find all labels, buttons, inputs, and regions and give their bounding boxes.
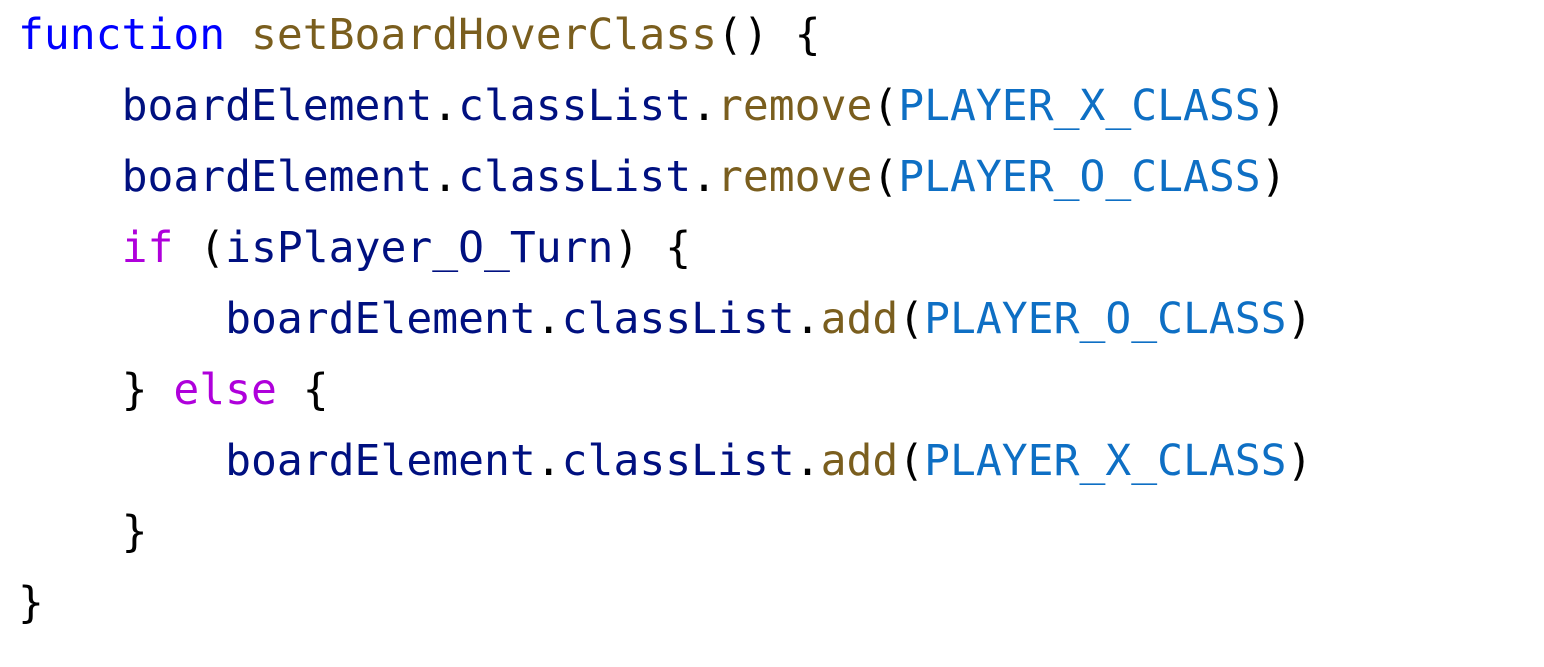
code-token-punct: { bbox=[302, 365, 329, 415]
code-token-punct: ) bbox=[1260, 81, 1287, 131]
code-token-punct: . bbox=[794, 436, 821, 486]
code-token-punct: ) bbox=[1286, 436, 1313, 486]
code-token-constant: PLAYER_X_CLASS bbox=[898, 81, 1261, 131]
code-token-punct: } bbox=[121, 507, 148, 557]
code-token-variable: isPlayer_O_Turn bbox=[225, 223, 614, 273]
code-line[interactable]: } else { bbox=[0, 355, 1544, 426]
code-token-punct: ) bbox=[1286, 294, 1313, 344]
code-line[interactable]: if (isPlayer_O_Turn) { bbox=[0, 213, 1544, 284]
code-token-variable: boardElement bbox=[121, 152, 433, 202]
code-line[interactable]: function setBoardHoverClass() { bbox=[0, 0, 1544, 71]
code-token-punct: . bbox=[691, 81, 718, 131]
code-token-constant: PLAYER_X_CLASS bbox=[924, 436, 1287, 486]
code-line[interactable]: boardElement.classList.remove(PLAYER_O_C… bbox=[0, 142, 1544, 213]
code-token-punct: ( bbox=[872, 152, 899, 202]
code-screenshot: function setBoardHoverClass() { boardEle… bbox=[0, 0, 1544, 667]
code-token-variable: classList bbox=[561, 436, 795, 486]
code-token-punct: ( bbox=[199, 223, 226, 273]
code-token-variable: boardElement bbox=[121, 81, 433, 131]
code-token-punct: ( bbox=[898, 436, 925, 486]
code-token-method: add bbox=[820, 436, 899, 486]
code-token-variable: boardElement bbox=[225, 436, 536, 486]
code-token-variable: classList bbox=[458, 152, 692, 202]
code-token-punct: () bbox=[717, 10, 769, 60]
code-token-constant: PLAYER_O_CLASS bbox=[898, 152, 1261, 202]
code-token-punct: . bbox=[535, 436, 562, 486]
code-token-method: remove bbox=[717, 81, 873, 131]
code-token-method: remove bbox=[717, 152, 873, 202]
code-token-punct: . bbox=[794, 294, 821, 344]
code-token-punct: ( bbox=[898, 294, 925, 344]
code-editor[interactable]: function setBoardHoverClass() { boardEle… bbox=[0, 0, 1544, 667]
code-line[interactable]: } bbox=[0, 497, 1544, 568]
code-token-variable: classList bbox=[458, 81, 692, 131]
code-token-punct: ) bbox=[1260, 152, 1287, 202]
code-token-punct: . bbox=[432, 152, 459, 202]
code-token-punct: ) bbox=[613, 223, 640, 273]
code-line[interactable]: boardElement.classList.add(PLAYER_X_CLAS… bbox=[0, 426, 1544, 497]
code-line[interactable]: boardElement.classList.remove(PLAYER_X_C… bbox=[0, 71, 1544, 142]
code-token-constant: PLAYER_O_CLASS bbox=[924, 294, 1287, 344]
code-token-punct: . bbox=[432, 81, 459, 131]
code-token-function: setBoardHoverClass bbox=[251, 10, 717, 60]
code-token-variable: boardElement bbox=[225, 294, 536, 344]
code-token-punct: ( bbox=[872, 81, 899, 131]
code-token-control: if bbox=[121, 223, 174, 273]
code-token-keyword: function bbox=[18, 10, 226, 60]
code-line[interactable]: boardElement.classList.add(PLAYER_O_CLAS… bbox=[0, 284, 1544, 355]
code-line[interactable]: } bbox=[0, 568, 1544, 639]
code-token-punct: { bbox=[665, 223, 692, 273]
code-token-method: add bbox=[820, 294, 899, 344]
code-token-punct: } bbox=[121, 365, 148, 415]
code-token-punct: { bbox=[794, 10, 821, 60]
code-token-punct: . bbox=[691, 152, 718, 202]
code-token-punct: } bbox=[18, 578, 44, 628]
code-token-control: else bbox=[173, 365, 277, 415]
code-token-punct: . bbox=[535, 294, 562, 344]
code-token-variable: classList bbox=[561, 294, 795, 344]
